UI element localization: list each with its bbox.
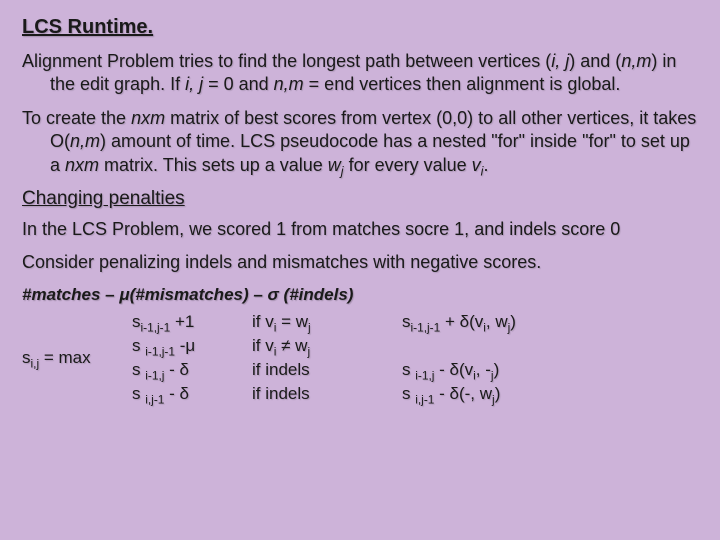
r1c2-a: s [132,312,141,331]
r1c3-s2: j [308,320,311,334]
p1-text-d: = 0 and [203,74,274,94]
r1c3: if vi = wj [252,311,402,333]
paragraph-1: Alignment Problem tries to find the long… [22,50,698,97]
r3c2: s i-1,j - δ [132,359,252,381]
r3c2-sub: i-1,j [145,368,164,382]
lhs-sub: i,j [31,356,40,370]
r2c2-a: s [132,336,145,355]
subtitle: Changing penalties [22,187,698,212]
r3c4-c: , - [476,360,491,379]
r4c4-s: i,j-1 [415,392,434,406]
r2c3-s2: j [307,344,310,358]
r1c2-b: +1 [170,312,194,331]
r1c4-d: ) [510,312,516,331]
r4c2: s i,j-1 - δ [132,383,252,405]
r2c3: if vi ≠ wj [252,335,402,357]
r4c2-b: - δ [164,384,189,403]
r2c3-a: if v [252,336,274,355]
r3c2-b: - δ [164,360,189,379]
r2c2-sub: i-1,j-1 [145,344,175,358]
formula-grid: si,j = max si-1,j-1 +1 if vi = wj si-1,j… [22,311,698,405]
r2c2-b: -μ [175,336,195,355]
r3c4-s: i-1,j [415,368,434,382]
p2-text-d: matrix. This sets up a value [99,155,328,175]
r4c4-d: ) [495,384,501,403]
paragraph-4: Consider penalizing indels and mismatche… [22,251,698,274]
paragraph-3: In the LCS Problem, we scored 1 from mat… [22,218,698,241]
r4c4-a: s [402,384,415,403]
r1c3-b: = w [276,312,308,331]
r2c2: s i-1,j-1 -μ [132,335,252,357]
p2-text-a: To create the [22,108,131,128]
r4c3: if indels [252,383,402,405]
p2-wj: w [328,155,341,175]
p2-nxm: nxm [131,108,165,128]
p1-nm: n,m [621,51,651,71]
p2-text-f: . [483,155,488,175]
p2-vi: v [472,155,481,175]
p1-ij2: i, j [185,74,203,94]
r4c2-sub: i,j-1 [145,392,164,406]
r3c3: if indels [252,359,402,381]
formula-header: #matches – μ(#mismatches) – σ (#indels) [22,284,698,306]
r3c4: s i-1,j - δ(vi, -j) [402,359,602,381]
lhs-s: s [22,348,31,367]
r1c4: si-1,j-1 + δ(vi, wj) [402,311,602,333]
r1c4-a: s [402,312,411,331]
p2-text-e: for every value [344,155,472,175]
p2-nm: n,m [70,131,100,151]
r1c3-a: if v [252,312,274,331]
p1-nm2: n,m [274,74,304,94]
r2c3-b: ≠ w [276,336,307,355]
r1c4-s: i-1,j-1 [411,320,441,334]
slide-title: LCS Runtime. [22,14,698,40]
r3c4-a: s [402,360,415,379]
r3c4-b: - δ(v [434,360,473,379]
r1c2: si-1,j-1 +1 [132,311,252,333]
r2c4 [402,335,602,357]
r4c2-a: s [132,384,145,403]
r4c4: s i,j-1 - δ(-, wj) [402,383,602,405]
p1-text-e: = end vertices then alignment is global. [304,74,621,94]
p1-text-a: Alignment Problem tries to find the long… [22,51,551,71]
r3c2-a: s [132,360,145,379]
r1c2-sub: i-1,j-1 [141,320,171,334]
p1-text-b: ) and ( [569,51,621,71]
p1-ij: i, j [551,51,569,71]
r4c4-b: - δ(-, w [434,384,492,403]
paragraph-2: To create the nxm matrix of best scores … [22,107,698,177]
r1c4-c: , w [486,312,508,331]
formula-lhs: si,j = max [22,347,132,369]
lhs-eq: = max [39,348,91,367]
r1c4-b: + δ(v [440,312,483,331]
p2-nxm2: nxm [65,155,99,175]
r3c4-d: ) [494,360,500,379]
